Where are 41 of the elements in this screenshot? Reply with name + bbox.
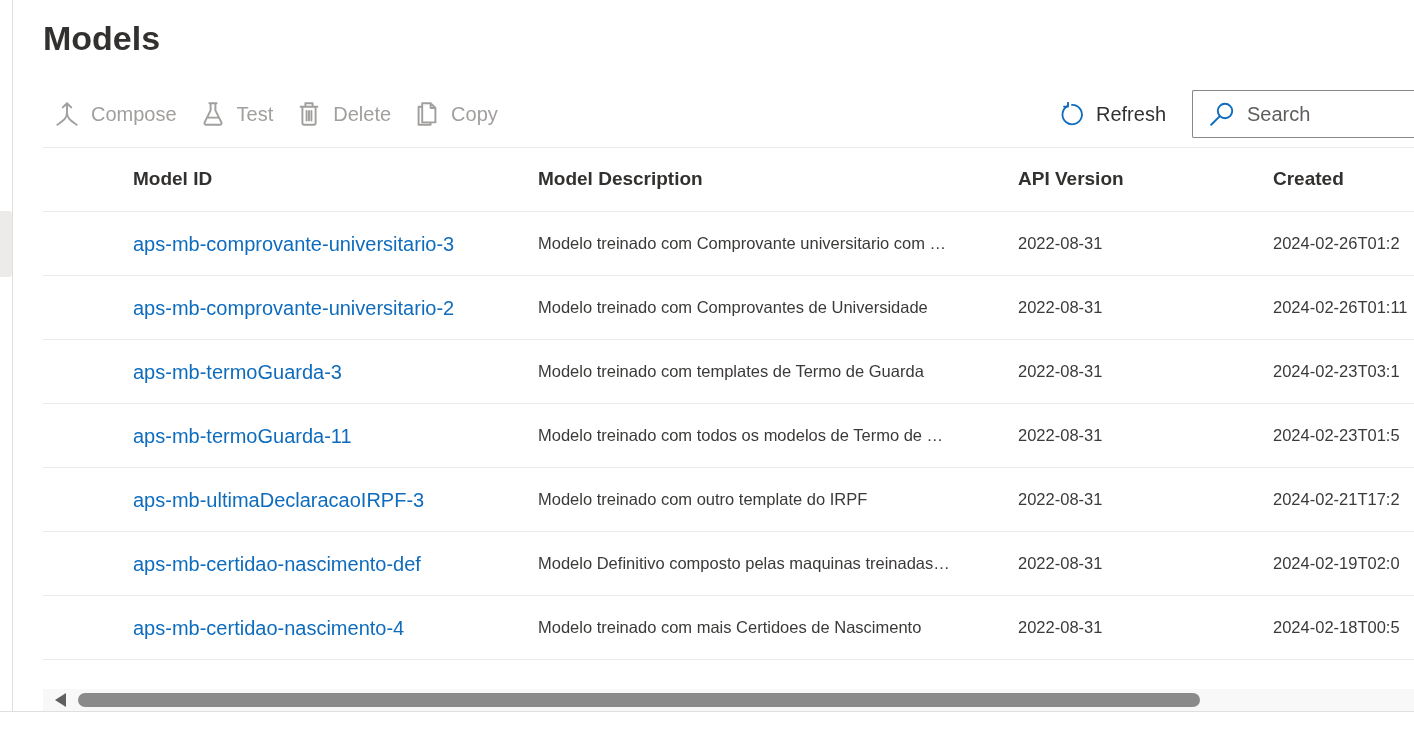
refresh-icon [1059, 102, 1084, 126]
table-cell-text: 2022-08-31 [1018, 489, 1103, 511]
table-cell-text: Modelo Definitivo composto pelas maquinas treinadas… [538, 553, 950, 575]
column-header: Model ID [133, 167, 213, 192]
table-cell-text: 2022-08-31 [1018, 617, 1103, 639]
table-cell-text: 2022-08-31 [1018, 297, 1103, 319]
search-field[interactable]: Search [1192, 90, 1414, 138]
table-cell-text: 2024-02-21T17:2 [1273, 489, 1400, 511]
refresh-button[interactable]: Refresh [1047, 92, 1178, 136]
table-cell-text: Modelo treinado com Comprovante universitario com … [538, 233, 947, 255]
table-cell-text: 2024-02-18T00:5 [1273, 617, 1400, 639]
merge-arrow-icon [55, 102, 79, 126]
column-header: Created [1273, 167, 1344, 192]
side-panel-handle[interactable] [0, 211, 12, 277]
table-cell-text: 2022-08-31 [1018, 553, 1103, 575]
model-link[interactable]: aps-mb-comprovante-universitario-2 [133, 292, 455, 323]
column-header: Model Description [538, 167, 703, 192]
model-link[interactable]: aps-mb-comprovante-universitario-3 [133, 228, 455, 259]
table-cell-text: 2022-08-31 [1018, 233, 1103, 255]
table-cell-text: 2024-02-19T02:0 [1273, 553, 1400, 575]
column-header: API Version [1018, 167, 1124, 192]
model-link[interactable]: aps-mb-termoGuarda-3 [133, 356, 342, 387]
scrollbar-thumb[interactable] [78, 693, 1200, 707]
model-link[interactable]: aps-mb-certidao-nascimento-4 [133, 612, 405, 643]
table-cell-text: 2024-02-23T01:5 [1273, 425, 1400, 447]
search-icon [1210, 102, 1234, 126]
table-cell-text: 2024-02-26T01:2 [1273, 233, 1400, 255]
model-link[interactable]: aps-mb-termoGuarda-11 [133, 420, 352, 451]
left-arrow-icon[interactable] [55, 693, 66, 707]
table-cell-text: Modelo treinado com todos os modelos de Termo de … [538, 425, 944, 447]
table-cell-text: 2022-08-31 [1018, 361, 1103, 383]
model-link[interactable]: aps-mb-ultimaDeclaracaoIRPF-3 [133, 484, 425, 515]
page-title: Models [43, 18, 161, 59]
table-cell-text: Modelo treinado com outro template do IRPF [538, 489, 868, 511]
table-cell-text: 2022-08-31 [1018, 425, 1103, 447]
table-cell-text: Modelo treinado com templates de Termo de Guarda [538, 361, 924, 383]
model-link[interactable]: aps-mb-certidao-nascimento-def [133, 548, 421, 579]
table-cell-text: Modelo treinado com Comprovantes de Universidade [538, 297, 928, 319]
table-cell-text: 2024-02-26T01:11 [1273, 297, 1408, 319]
table-cell-text: 2024-02-23T03:1 [1273, 361, 1400, 383]
table-cell-text: Modelo treinado com mais Certidoes de Nascimento [538, 617, 922, 639]
